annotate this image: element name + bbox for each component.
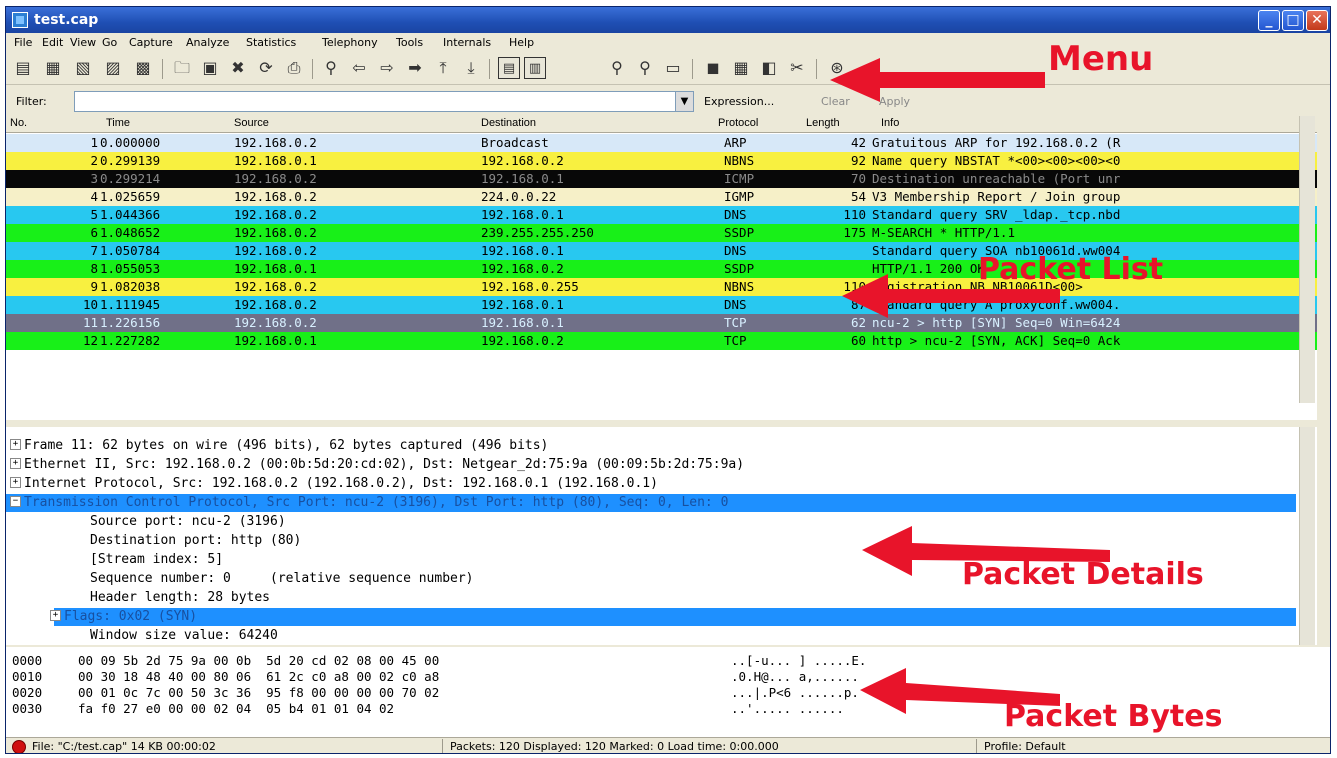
- arrow-packet-details: [862, 526, 1110, 576]
- arrow-packet-list: [842, 274, 1060, 318]
- arrow-menu: [830, 58, 1045, 102]
- arrow-packet-bytes: [860, 668, 1060, 714]
- annotation-arrows: [830, 58, 1110, 714]
